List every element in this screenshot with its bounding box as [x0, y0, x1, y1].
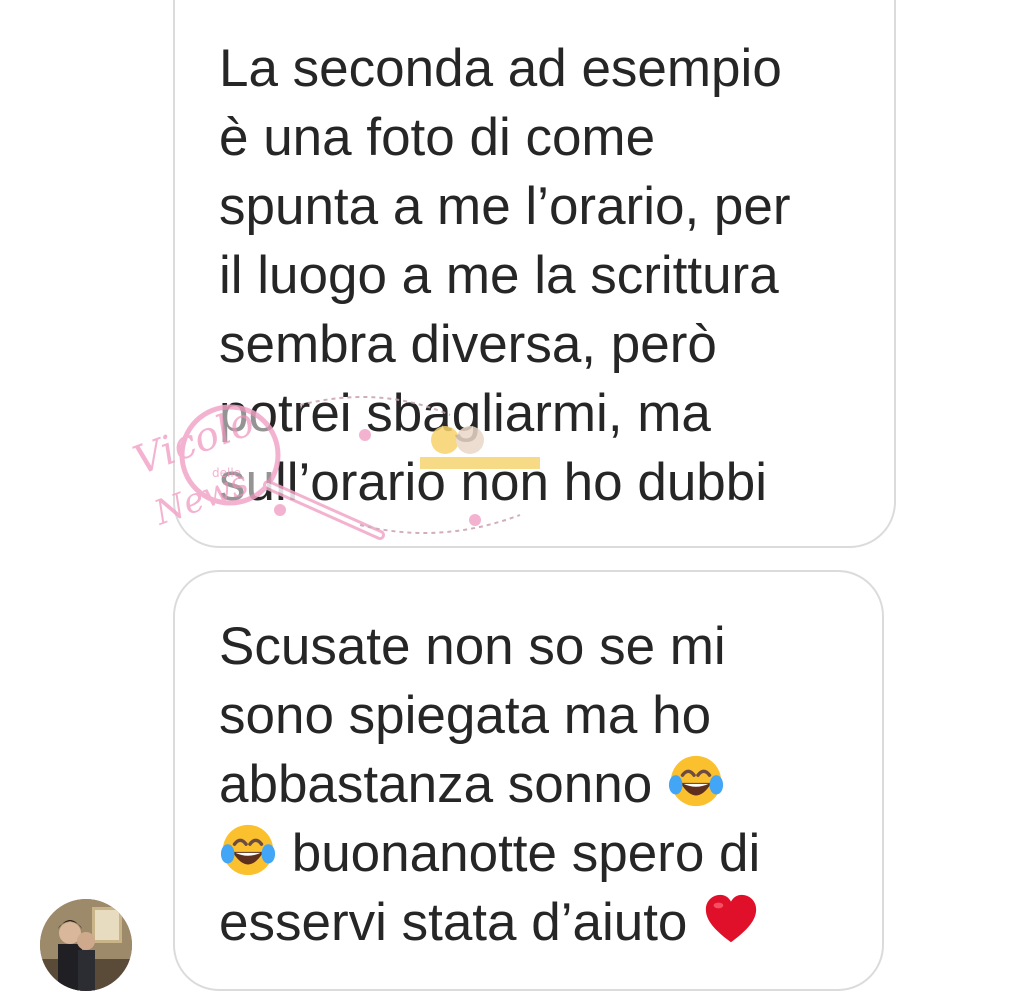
message-bubble-2[interactable]: Scusate non so se mi sono spiegata ma ho… — [173, 570, 884, 991]
message-line: il luogo a me la scrittura — [219, 246, 779, 305]
tears-of-joy-emoji-icon — [667, 752, 725, 810]
message-line: sembra diversa, però — [219, 315, 717, 374]
message-line: è una foto di come — [219, 108, 656, 167]
message-line: sono spiegata ma ho — [219, 686, 712, 745]
message-text: esservi stata d’aiuto — [219, 893, 688, 952]
message-bubble-1[interactable]: La seconda ad esempio è una foto di come… — [173, 0, 896, 548]
message-line: sull’orario non ho dubbi — [219, 453, 768, 512]
message-line: potrei sbagliarmi, ma — [219, 384, 711, 443]
message-text: abbastanza sonno — [219, 755, 653, 814]
message-text: buonanotte spero di — [291, 824, 761, 883]
message-line: spunta a me l’orario, per — [219, 177, 791, 236]
message-line-with-emoji: buonanotte spero di — [219, 819, 862, 888]
message-line: Scusate non so se mi — [219, 617, 726, 676]
message-line-with-emoji: esservi stata d’aiuto — [219, 888, 862, 957]
red-heart-icon — [702, 890, 760, 948]
message-line: La seconda ad esempio — [219, 39, 782, 98]
message-line-with-emoji: abbastanza sonno — [219, 750, 862, 819]
tears-of-joy-emoji-icon — [219, 821, 277, 879]
sender-avatar[interactable] — [40, 899, 132, 991]
avatar-photo-icon — [40, 899, 132, 991]
